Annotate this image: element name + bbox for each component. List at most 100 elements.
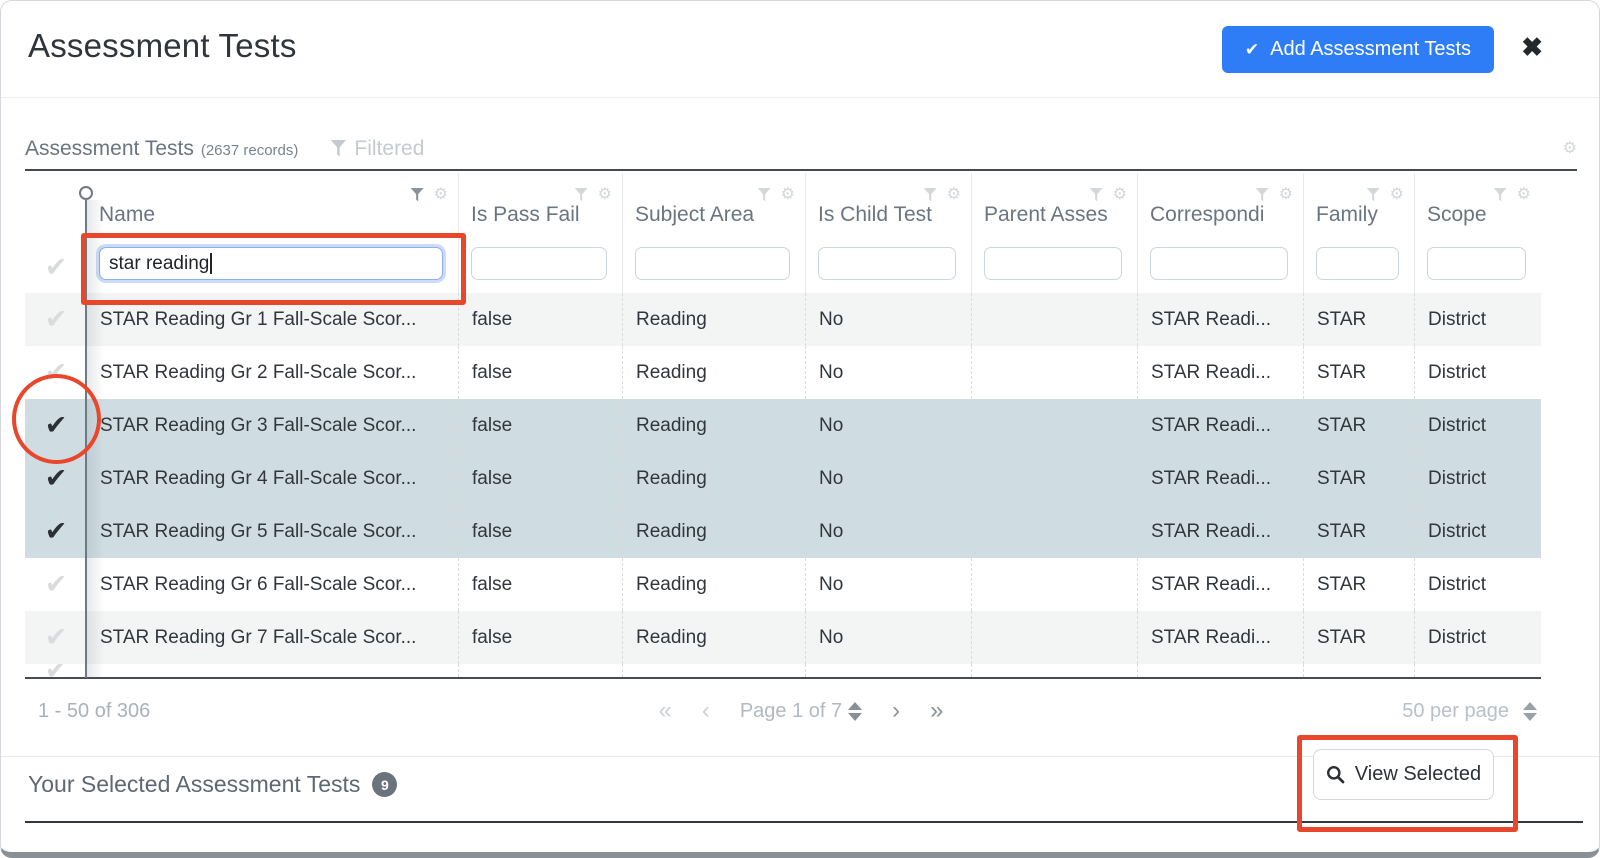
gear-icon[interactable]: ⚙	[1517, 187, 1531, 203]
close-icon[interactable]: ✖	[1521, 32, 1543, 63]
cell-family: STAR	[1304, 346, 1415, 399]
assessment-tests-table: ✔ ⚙ Name star reading ⚙ Is Pass Fail	[25, 173, 1541, 679]
row-checkmark-icon[interactable]: ✔	[45, 359, 68, 386]
selected-section-rule	[25, 821, 1583, 823]
row-checkmark-icon[interactable]: ✔	[45, 571, 68, 598]
table-row[interactable]: ✔ STAR Reading Gr 2 Fall-Scale Scor... f…	[25, 346, 1541, 399]
add-assessment-tests-button[interactable]: ✔ Add Assessment Tests	[1222, 26, 1494, 73]
column-label-name[interactable]: Name	[99, 203, 155, 227]
column-header-is-child-test: ⚙ Is Child Test	[806, 173, 972, 293]
column-header-scope: ⚙ Scope	[1415, 173, 1541, 293]
gear-icon[interactable]: ⚙	[1390, 187, 1404, 203]
parent-assessment-filter-input[interactable]	[984, 247, 1122, 280]
gear-icon[interactable]: ⚙	[781, 187, 795, 203]
next-page-icon[interactable]: ›	[892, 699, 900, 723]
subject-area-filter-input[interactable]	[635, 247, 790, 280]
cell-is-child-test: No	[806, 452, 972, 505]
filter-icon[interactable]	[1367, 188, 1380, 202]
cell-subject-area: Reading	[623, 346, 806, 399]
column-header-subject-area: ⚙ Subject Area	[623, 173, 806, 293]
filtered-indicator[interactable]: Filtered	[330, 137, 424, 161]
per-page-label[interactable]: 50 per page	[1402, 700, 1509, 723]
is-child-test-filter-input[interactable]	[818, 247, 956, 280]
page-title: Assessment Tests	[28, 27, 297, 65]
filter-icon[interactable]	[411, 188, 424, 202]
last-page-icon[interactable]: »	[930, 699, 943, 723]
column-label-is-child-test[interactable]: Is Child Test	[818, 203, 932, 227]
cell-subject-area: Reading	[623, 452, 806, 505]
cell-corresponding: STAR Readi...	[1138, 505, 1304, 558]
column-resize-handle[interactable]	[79, 186, 93, 200]
previous-page-icon[interactable]: ‹	[702, 699, 710, 723]
name-filter-input[interactable]: star reading	[99, 247, 443, 280]
selected-count-badge: 9	[372, 772, 397, 797]
cell-family: STAR	[1304, 452, 1415, 505]
row-checkmark-icon[interactable]: ✔	[45, 518, 68, 545]
table-row[interactable]: ✔ STAR Reading Gr 4 Fall-Scale Scor... f…	[25, 452, 1541, 505]
cell-is-child-test: No	[806, 558, 972, 611]
cell-parent-assessment	[972, 399, 1138, 452]
row-checkmark-icon[interactable]: ✔	[45, 412, 68, 439]
table-settings-gear-icon[interactable]: ⚙	[1563, 141, 1577, 157]
view-selected-label: View Selected	[1355, 763, 1481, 786]
column-resize-line[interactable]	[85, 200, 87, 678]
select-all-column-header: ✔	[25, 173, 87, 293]
selected-tests-label: Your Selected Assessment Tests	[28, 771, 360, 798]
row-checkmark-icon[interactable]: ✔	[45, 465, 68, 492]
row-checkmark-icon[interactable]: ✔	[45, 624, 68, 651]
row-checkmark-icon[interactable]: ✔	[45, 306, 68, 333]
filter-icon[interactable]	[575, 188, 588, 202]
is-pass-fail-filter-input[interactable]	[471, 247, 607, 280]
column-label-corresponding[interactable]: Correspondi	[1150, 203, 1264, 227]
cell-subject-area: Reading	[623, 505, 806, 558]
cell-scope: District	[1415, 611, 1541, 664]
column-label-subject-area[interactable]: Subject Area	[635, 203, 754, 227]
filter-icon[interactable]	[1256, 188, 1269, 202]
records-count: (2637 records)	[201, 138, 299, 159]
selected-tests-heading: Your Selected Assessment Tests 9	[28, 771, 397, 798]
table-row[interactable]: ✔ STAR Reading Gr 6 Fall-Scale Scor... f…	[25, 558, 1541, 611]
cell-parent-assessment	[972, 293, 1138, 346]
filter-icon[interactable]	[924, 188, 937, 202]
cell-family: STAR	[1304, 558, 1415, 611]
table-row[interactable]: ✔ STAR Reading Gr 5 Fall-Scale Scor... f…	[25, 505, 1541, 558]
table-row[interactable]: ✔ STAR Reading Gr 3 Fall-Scale Scor... f…	[25, 399, 1541, 452]
cell-parent-assessment	[972, 505, 1138, 558]
filter-icon[interactable]	[1090, 188, 1103, 202]
page-spinner[interactable]	[848, 702, 862, 721]
view-selected-button[interactable]: View Selected	[1313, 749, 1494, 800]
select-all-checkmark-icon[interactable]: ✔	[25, 254, 87, 281]
cell-name: STAR Reading Gr 7 Fall-Scale Scor...	[87, 611, 459, 664]
family-filter-input[interactable]	[1316, 247, 1399, 280]
cell-parent-assessment	[972, 452, 1138, 505]
column-label-scope[interactable]: Scope	[1427, 203, 1487, 227]
name-filter-text: star reading	[109, 253, 209, 275]
row-checkmark-icon: ✔	[45, 664, 68, 677]
cell-parent-assessment	[972, 346, 1138, 399]
gear-icon[interactable]: ⚙	[947, 187, 961, 203]
cell-corresponding: STAR Readi...	[1138, 399, 1304, 452]
gear-icon[interactable]: ⚙	[1279, 187, 1293, 203]
column-label-is-pass-fail[interactable]: Is Pass Fail	[471, 203, 580, 227]
filter-icon[interactable]	[758, 188, 771, 202]
frozen-column-shadow	[87, 200, 104, 678]
first-page-icon[interactable]: «	[658, 699, 671, 723]
column-label-family[interactable]: Family	[1316, 203, 1378, 227]
cell-name: STAR Reading Gr 4 Fall-Scale Scor...	[87, 452, 459, 505]
corresponding-filter-input[interactable]	[1150, 247, 1288, 280]
cell-is-pass-fail: false	[459, 452, 623, 505]
cell-is-pass-fail: false	[459, 505, 623, 558]
cell-is-child-test: No	[806, 346, 972, 399]
cell-is-pass-fail: false	[459, 611, 623, 664]
gear-icon[interactable]: ⚙	[598, 187, 612, 203]
cell-subject-area: Reading	[623, 293, 806, 346]
filter-icon[interactable]	[1494, 188, 1507, 202]
scope-filter-input[interactable]	[1427, 247, 1526, 280]
gear-icon[interactable]: ⚙	[434, 187, 448, 203]
table-row[interactable]: ✔ STAR Reading Gr 7 Fall-Scale Scor... f…	[25, 611, 1541, 664]
per-page-spinner[interactable]	[1523, 702, 1537, 721]
cell-family: STAR	[1304, 399, 1415, 452]
table-row[interactable]: ✔ STAR Reading Gr 1 Fall-Scale Scor... f…	[25, 293, 1541, 346]
column-label-parent-assessment[interactable]: Parent Asses	[984, 203, 1108, 227]
gear-icon[interactable]: ⚙	[1113, 187, 1127, 203]
